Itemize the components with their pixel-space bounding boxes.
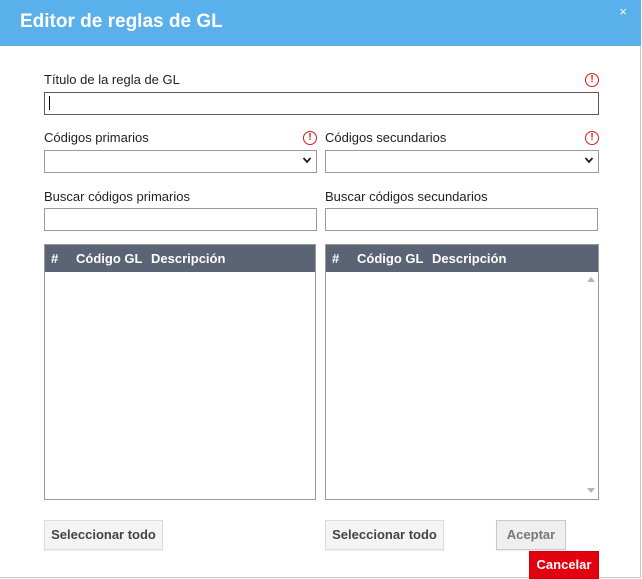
- chevron-down-icon: [302, 157, 312, 164]
- search-primary-label: Buscar códigos primarios: [44, 189, 190, 204]
- primary-codes-select[interactable]: [44, 150, 317, 173]
- required-field-icon: !: [303, 131, 317, 145]
- grid-header: # Código GL Descripción: [45, 245, 315, 272]
- secondary-codes-grid[interactable]: # Código GL Descripción: [325, 244, 599, 500]
- search-secondary-input[interactable]: [325, 208, 598, 231]
- dialog-titlebar: Editor de reglas de GL ×: [0, 0, 641, 46]
- secondary-codes-select[interactable]: [325, 150, 599, 173]
- close-icon[interactable]: ×: [619, 5, 627, 18]
- column-header-number[interactable]: #: [51, 251, 58, 266]
- scroll-down-icon[interactable]: [587, 488, 595, 493]
- column-header-description[interactable]: Descripción: [432, 251, 506, 266]
- cancel-button[interactable]: Cancelar: [529, 551, 599, 579]
- rule-title-input[interactable]: [44, 92, 599, 115]
- column-header-description[interactable]: Descripción: [151, 251, 225, 266]
- accept-button[interactable]: Aceptar: [496, 520, 566, 550]
- secondary-codes-label: Códigos secundarios: [325, 130, 447, 145]
- required-field-icon: !: [585, 131, 599, 145]
- grid-header: # Código GL Descripción: [326, 245, 598, 272]
- gl-rule-editor-dialog: Editor de reglas de GL × Título de la re…: [0, 0, 641, 579]
- column-header-gl-code[interactable]: Código GL: [357, 251, 423, 266]
- chevron-down-icon: [584, 157, 594, 164]
- select-all-secondary-button[interactable]: Seleccionar todo: [325, 520, 444, 550]
- scroll-up-icon[interactable]: [587, 277, 595, 282]
- column-header-number[interactable]: #: [332, 251, 339, 266]
- rule-title-label: Título de la regla de GL: [44, 72, 180, 87]
- text-caret: [49, 96, 50, 110]
- dialog-title: Editor de reglas de GL: [20, 11, 223, 32]
- column-header-gl-code[interactable]: Código GL: [76, 251, 142, 266]
- search-primary-input[interactable]: [44, 208, 317, 231]
- required-field-icon: !: [585, 73, 599, 87]
- primary-codes-grid[interactable]: # Código GL Descripción: [44, 244, 316, 500]
- search-secondary-label: Buscar códigos secundarios: [325, 189, 488, 204]
- primary-codes-label: Códigos primarios: [44, 130, 149, 145]
- select-all-primary-button[interactable]: Seleccionar todo: [44, 520, 163, 550]
